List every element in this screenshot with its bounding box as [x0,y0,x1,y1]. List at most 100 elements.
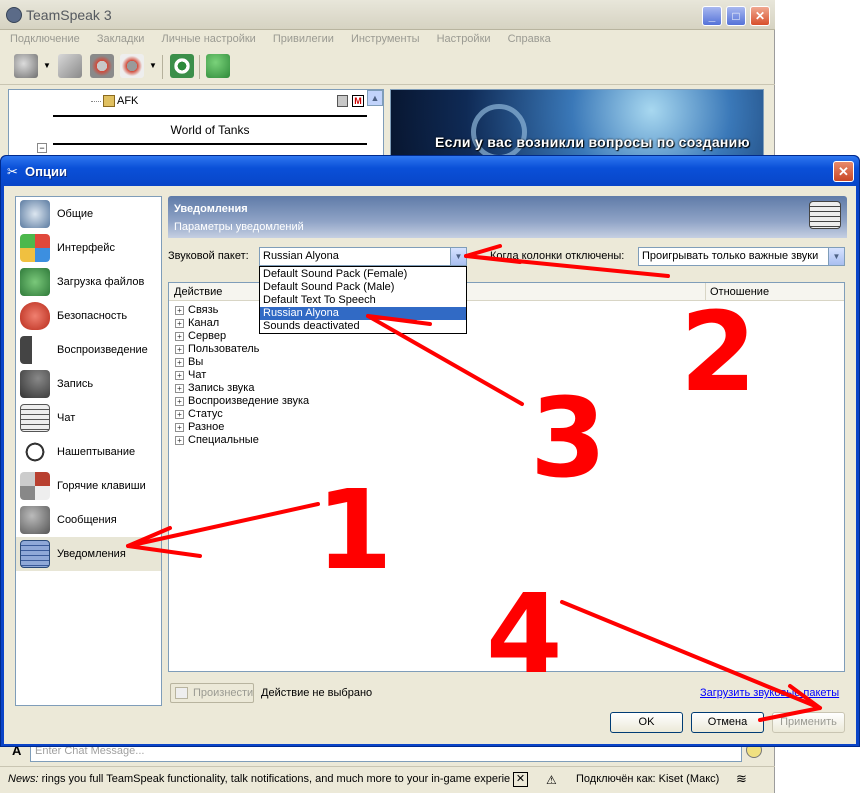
sound-pack-option[interactable]: Default Text To Speech [260,294,466,307]
expand-icon[interactable]: + [175,397,184,406]
apply-button[interactable]: Применить [772,712,845,733]
connection-status: Подключён как: Kiset (Макс) [576,773,720,785]
sidebar-item-hotkeys[interactable]: Горячие клавиши [16,469,161,503]
speakers-off-select[interactable]: Проигрывать только важные звуки ▼ [638,247,845,266]
banner-text: Если у вас возникли вопросы по созданию [435,134,750,150]
collapse-icon[interactable]: − [37,143,47,153]
close-window-button[interactable]: ✕ [750,6,770,26]
menu-permissions[interactable]: Привилегии [273,30,334,48]
interface-icon [20,234,50,262]
sidebar-item-label: Безопасность [57,310,128,322]
expand-icon[interactable]: + [175,436,184,445]
minimize-button[interactable]: _ [702,6,722,26]
close-dialog-button[interactable]: ✕ [833,161,854,182]
chevron-down-icon[interactable]: ▼ [828,248,844,265]
menu-self[interactable]: Личные настройки [161,30,255,48]
row-label: Связь [188,304,219,316]
connect-icon[interactable] [14,54,38,78]
expand-icon[interactable]: + [175,410,184,419]
disconnect-icon[interactable] [58,54,82,78]
cancel-button[interactable]: Отмена [691,712,764,733]
table-row[interactable]: + Чат [175,369,206,382]
expand-icon[interactable]: + [175,345,184,354]
sidebar-item-label: Чат [57,412,76,424]
sound-pack-option[interactable]: Default Sound Pack (Male) [260,281,466,294]
row-label: Специальные [188,434,259,446]
maximize-button[interactable]: □ [726,6,746,26]
expand-icon[interactable]: + [175,306,184,315]
load-sound-packs-link[interactable]: Загрузить звуковые пакеты [700,687,839,699]
speak-button[interactable]: Произнести [170,683,254,703]
sidebar-item-playback[interactable]: Воспроизведение [16,333,161,367]
row-label: Канал [188,317,220,329]
sidebar-item-chat[interactable]: Чат [16,401,161,435]
sidebar-item-interface[interactable]: Интерфейс [16,231,161,265]
mute-speakers-icon[interactable] [120,54,144,78]
channel-afk-label: AFK [117,95,139,107]
notifications-icon [809,201,841,229]
sidebar-item-security[interactable]: Безопасность [16,299,161,333]
table-row[interactable]: + Специальные [175,434,259,447]
table-row[interactable]: + Разное [175,421,224,434]
file-transfer-icon [20,268,50,296]
menu-settings[interactable]: Настройки [437,30,491,48]
channel-icon [103,95,115,107]
sidebar-item-file-transfer[interactable]: Загрузка файлов [16,265,161,299]
speakers-dropdown-icon[interactable]: ▼ [149,61,157,70]
expand-icon[interactable]: + [175,319,184,328]
sound-pack-option[interactable]: Sounds deactivated [260,320,466,333]
table-row[interactable]: + Вы [175,356,203,369]
column-header-relation[interactable]: Отношение [705,283,844,301]
channel-spacer-world-of-tanks[interactable]: World of Tanks [53,115,367,145]
options-sidebar: Общие Интерфейс Загрузка файлов Безопасн… [15,196,162,706]
menu-tools[interactable]: Инструменты [351,30,420,48]
close-news-icon[interactable]: ✕ [513,772,528,787]
table-row[interactable]: + Воспроизведение звука [175,395,309,408]
table-row[interactable]: + Запись звука [175,382,254,395]
connect-dropdown-icon[interactable]: ▼ [43,61,51,70]
expand-icon[interactable]: + [175,384,184,393]
column-header-action[interactable]: Действие [174,286,222,298]
user-settings-icon[interactable] [206,54,230,78]
sidebar-item-label: Уведомления [57,548,126,560]
expand-icon[interactable]: + [175,371,184,380]
sidebar-item-capture[interactable]: Запись [16,367,161,401]
away-eye-icon[interactable] [170,54,194,78]
table-row[interactable]: + Пользователь [175,343,259,356]
table-row[interactable]: + Канал [175,317,219,330]
mute-microphone-icon[interactable] [90,54,114,78]
sidebar-item-whisper[interactable]: Нашептывание [16,435,161,469]
status-bar: News: rings you full TeamSpeak functiona… [0,766,775,793]
sidebar-item-general[interactable]: Общие [16,197,161,231]
menu-connections[interactable]: Подключение [10,30,80,48]
chevron-down-icon[interactable]: ▼ [450,248,466,265]
menu-bookmarks[interactable]: Закладки [97,30,145,48]
row-label: Пользователь [188,343,260,355]
sidebar-item-notifications[interactable]: Уведомления [16,537,161,571]
speakers-off-label: Когда колонки отключены: [490,250,625,262]
expand-icon[interactable]: + [175,332,184,341]
row-label: Воспроизведение звука [188,395,310,407]
table-row[interactable]: + Статус [175,408,223,421]
row-label: Вы [188,356,204,368]
expand-icon[interactable]: + [175,423,184,432]
table-row[interactable]: + Сервер [175,330,226,343]
security-lock-icon [20,302,50,330]
sidebar-item-label: Нашептывание [57,446,136,458]
sidebar-item-label: Загрузка файлов [57,276,145,288]
channel-afk-row[interactable]: AFK M [9,92,365,110]
teamspeak-logo-icon [6,7,22,23]
sidebar-item-label: Запись [57,378,94,390]
menu-help[interactable]: Справка [508,30,551,48]
sound-pack-option-selected[interactable]: Russian Alyona [260,307,466,320]
news-text: rings you full TeamSpeak functionality, … [41,773,511,785]
scroll-up-button[interactable]: ▲ [367,90,383,106]
table-row[interactable]: + Связь [175,304,218,317]
sidebar-item-messages[interactable]: Сообщения [16,503,161,537]
expand-icon[interactable]: + [175,358,184,367]
sound-pack-select[interactable]: Russian Alyona ▼ [259,247,467,266]
sound-pack-option[interactable]: Default Sound Pack (Female) [260,268,466,281]
notifications-icon [20,540,50,568]
general-icon [20,200,50,228]
ok-button[interactable]: OK [610,712,683,733]
